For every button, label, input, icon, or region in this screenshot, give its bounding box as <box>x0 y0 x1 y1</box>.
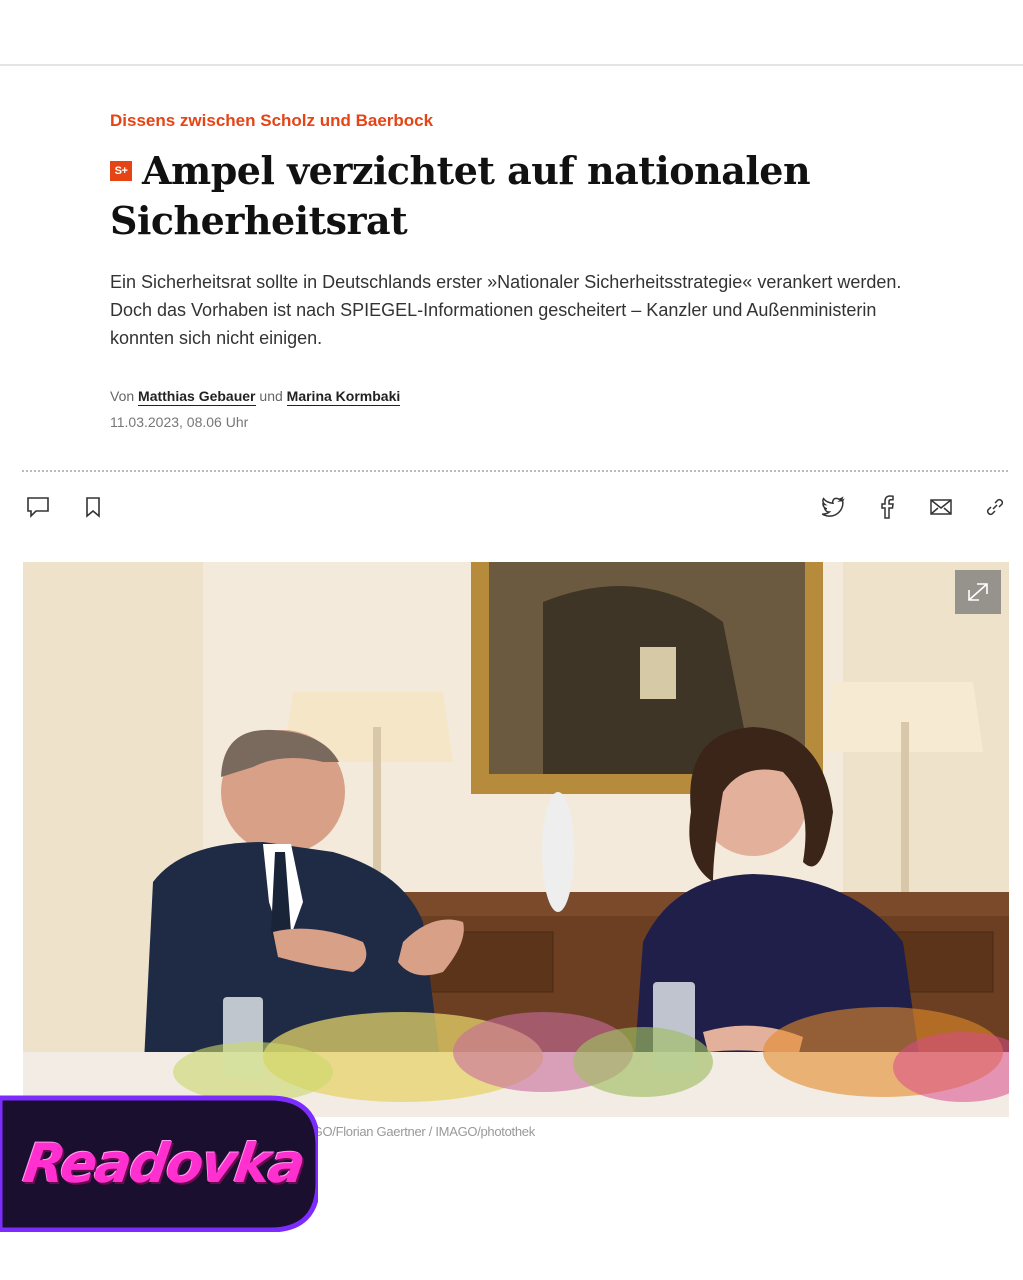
bookmark-icon[interactable] <box>80 494 106 520</box>
article-kicker[interactable]: Dissens zwischen Scholz und Baerbock <box>110 111 433 131</box>
article-headline[interactable]: S+ Ampel verzichtet auf nationalen Sicher… <box>110 146 910 246</box>
watermark-text: Readovka <box>19 1132 308 1195</box>
byline-and: und <box>259 388 283 404</box>
link-icon[interactable] <box>982 494 1008 520</box>
byline-prefix: Von <box>110 388 135 404</box>
article-hero-image[interactable] <box>23 562 1009 1117</box>
twitter-icon[interactable] <box>820 494 846 520</box>
comment-icon[interactable] <box>25 494 51 520</box>
author-link-1[interactable]: Matthias Gebauer <box>138 388 256 406</box>
byline: Von Matthias Gebauer und Marina Kormbaki <box>110 388 401 406</box>
author-link-2[interactable]: Marina Kormbaki <box>286 388 401 406</box>
article-teaser: Ein Sicherheitsrat sollte in Deutschland… <box>110 272 902 348</box>
facebook-icon[interactable] <box>874 494 900 520</box>
spiegel-plus-badge: S+ <box>110 160 132 181</box>
expand-image-button[interactable] <box>955 570 1001 614</box>
headline-text: Ampel verzichtet auf nationalen Sicherhe… <box>110 148 811 243</box>
header-divider <box>0 64 1023 66</box>
expand-icon <box>968 583 988 601</box>
mail-icon[interactable] <box>928 494 954 520</box>
toolbar-divider <box>22 470 1008 472</box>
publish-date: 11.03.2023, 08.06 Uhr <box>110 414 249 430</box>
hero-illustration <box>23 562 1009 1117</box>
